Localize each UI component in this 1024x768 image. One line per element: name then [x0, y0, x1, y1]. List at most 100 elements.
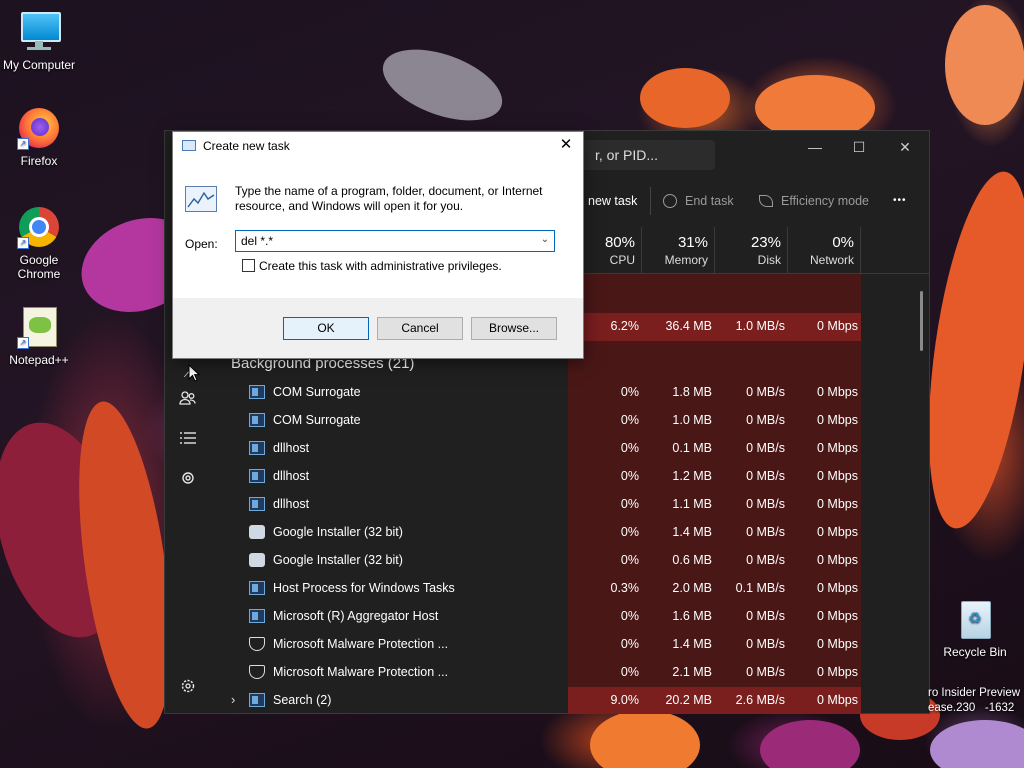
- memory-cell: 2.0 MB: [672, 581, 712, 595]
- memory-cell: 1.0 MB: [672, 413, 712, 427]
- table-row[interactable]: Microsoft (R) Aggregator Host 0% 1.6 MB 0 M…: [211, 603, 861, 631]
- cpu-cell: 0%: [620, 413, 639, 427]
- process-search-input[interactable]: r, or PID...: [575, 140, 715, 170]
- memory-cell: 0.6 MB: [672, 553, 712, 567]
- process-icon: [249, 385, 265, 399]
- mouse-cursor-icon: [188, 364, 200, 382]
- shield-icon: [249, 665, 265, 679]
- network-cell: 0 Mbps: [817, 319, 858, 333]
- process-name: COM Surrogate: [273, 413, 361, 427]
- network-cell: 0 Mbps: [817, 609, 858, 623]
- network-cell: 0 Mbps: [817, 581, 858, 595]
- admin-privileges-label[interactable]: Create this task with administrative pri…: [259, 259, 502, 273]
- installer-icon: [249, 553, 265, 567]
- process-name: Microsoft Malware Protection ...: [273, 637, 449, 651]
- create-new-task-dialog: Create new task ✕ Type the name of a pro…: [172, 131, 584, 359]
- memory-cell: 0.1 MB: [672, 441, 712, 455]
- process-name: Host Process for Windows Tasks: [273, 581, 455, 595]
- process-icon: [249, 581, 265, 595]
- leaf-icon: [759, 195, 773, 207]
- process-icon: [249, 413, 265, 427]
- table-row[interactable]: COM Surrogate 0% 1.8 MB 0 MB/s 0 Mbps: [211, 379, 861, 407]
- column-memory-header[interactable]: 31% Memory: [641, 227, 708, 273]
- table-row[interactable]: Microsoft Malware Protection ... 0% 1.4 MB…: [211, 631, 861, 659]
- cpu-cell: 0%: [620, 525, 639, 539]
- maximize-button[interactable]: ☐: [849, 137, 869, 157]
- dialog-description: Type the name of a program, folder, docu…: [235, 184, 543, 213]
- cpu-cell: 0%: [620, 469, 639, 483]
- details-icon[interactable]: [178, 429, 198, 449]
- disk-cell: 0 MB/s: [746, 497, 785, 511]
- open-label: Open:: [185, 237, 218, 251]
- dialog-close-button[interactable]: ✕: [557, 136, 575, 154]
- memory-cell: 36.4 MB: [665, 319, 712, 333]
- process-name: Google Installer (32 bit): [273, 553, 403, 567]
- table-row[interactable]: dllhost 0% 0.1 MB 0 MB/s 0 Mbps: [211, 435, 861, 463]
- desktop-icon-my-computer[interactable]: My Computer: [0, 10, 78, 72]
- settings-gear-icon[interactable]: [178, 678, 198, 698]
- process-icon: [249, 469, 265, 483]
- users-icon[interactable]: [178, 389, 198, 409]
- network-cell: 0 Mbps: [817, 693, 858, 707]
- network-cell: 0 Mbps: [817, 665, 858, 679]
- table-row[interactable]: COM Surrogate 0% 1.0 MB 0 MB/s 0 Mbps: [211, 407, 861, 435]
- disk-cell: 0 MB/s: [746, 441, 785, 455]
- process-name: COM Surrogate: [273, 385, 361, 399]
- disk-cell: 0 MB/s: [746, 413, 785, 427]
- table-row[interactable]: dllhost 0% 1.2 MB 0 MB/s 0 Mbps: [211, 463, 861, 491]
- disk-cell: 0 MB/s: [746, 385, 785, 399]
- disk-cell: 1.0 MB/s: [735, 319, 785, 333]
- memory-cell: 1.8 MB: [672, 385, 712, 399]
- end-task-button[interactable]: End task: [663, 193, 734, 209]
- dialog-title: Create new task: [203, 139, 290, 153]
- browse-button[interactable]: Browse...: [471, 317, 557, 340]
- network-cell: 0 Mbps: [817, 441, 858, 455]
- network-cell: 0 Mbps: [817, 497, 858, 511]
- desktop-icon-firefox[interactable]: ↗ Firefox: [0, 106, 78, 168]
- services-icon[interactable]: [178, 469, 198, 489]
- desktop-icon-google-chrome[interactable]: ↗ Google Chrome: [0, 205, 78, 281]
- vertical-scrollbar[interactable]: [920, 291, 923, 351]
- minimize-button[interactable]: —: [805, 137, 825, 157]
- table-row[interactable]: dllhost 0% 1.1 MB 0 MB/s 0 Mbps: [211, 491, 861, 519]
- desktop-icon-recycle-bin[interactable]: ♻ Recycle Bin: [936, 597, 1014, 659]
- desktop-icon-notepadpp[interactable]: ↗ Notepad++: [0, 305, 78, 367]
- disk-cell: 0 MB/s: [746, 553, 785, 567]
- table-row[interactable]: Microsoft Malware Protection ... 0% 2.1 MB…: [211, 659, 861, 687]
- dialog-title-bar[interactable]: Create new task ✕: [173, 132, 583, 160]
- ok-button[interactable]: OK: [283, 317, 369, 340]
- table-row[interactable]: Google Installer (32 bit) 0% 0.6 MB 0 MB/s 0…: [211, 547, 861, 575]
- expand-chevron-icon[interactable]: ›: [231, 692, 235, 707]
- admin-privileges-checkbox[interactable]: [242, 259, 255, 272]
- cancel-button[interactable]: Cancel: [377, 317, 463, 340]
- process-name: dllhost: [273, 441, 310, 455]
- disk-cell: 0 MB/s: [746, 665, 785, 679]
- cpu-cell: 0%: [620, 553, 639, 567]
- cpu-cell: 0%: [620, 609, 639, 623]
- open-command-input[interactable]: [235, 230, 555, 252]
- memory-cell: 1.6 MB: [672, 609, 712, 623]
- desktop-icon-label: Notepad++: [9, 353, 69, 367]
- chevron-down-icon[interactable]: ⌄: [539, 234, 551, 246]
- table-row[interactable]: Google Installer (32 bit) 0% 1.4 MB 0 MB/s 0…: [211, 519, 861, 547]
- more-options-button[interactable]: •••: [893, 193, 907, 209]
- process-icon: [249, 693, 265, 707]
- monitor-icon: [17, 10, 61, 54]
- cpu-cell: 0%: [620, 385, 639, 399]
- recycle-bin-icon: ♻: [953, 597, 997, 641]
- close-button[interactable]: ✕: [895, 137, 915, 157]
- run-window-icon: [182, 140, 196, 151]
- disk-cell: 0 MB/s: [746, 469, 785, 483]
- cpu-cell: 9.0%: [610, 693, 640, 707]
- efficiency-mode-button[interactable]: Efficiency mode: [759, 193, 869, 209]
- build-watermark: ro Insider Preview ease.230 -1632: [928, 686, 1020, 716]
- run-new-task-button[interactable]: new task: [588, 193, 637, 209]
- table-row[interactable]: Host Process for Windows Tasks 0.3% 2.0 MB…: [211, 575, 861, 603]
- process-name: Microsoft (R) Aggregator Host: [273, 609, 439, 623]
- toolbar-divider: [650, 187, 651, 215]
- disk-cell: 0 MB/s: [746, 637, 785, 651]
- column-network-header[interactable]: 0% Network: [787, 227, 854, 273]
- column-disk-header[interactable]: 23% Disk: [714, 227, 781, 273]
- desktop-icon-label: Firefox: [20, 154, 58, 168]
- table-row[interactable]: › Search (2) 9.0% 20.2 MB 2.6 MB/s 0 Mbps: [211, 687, 861, 713]
